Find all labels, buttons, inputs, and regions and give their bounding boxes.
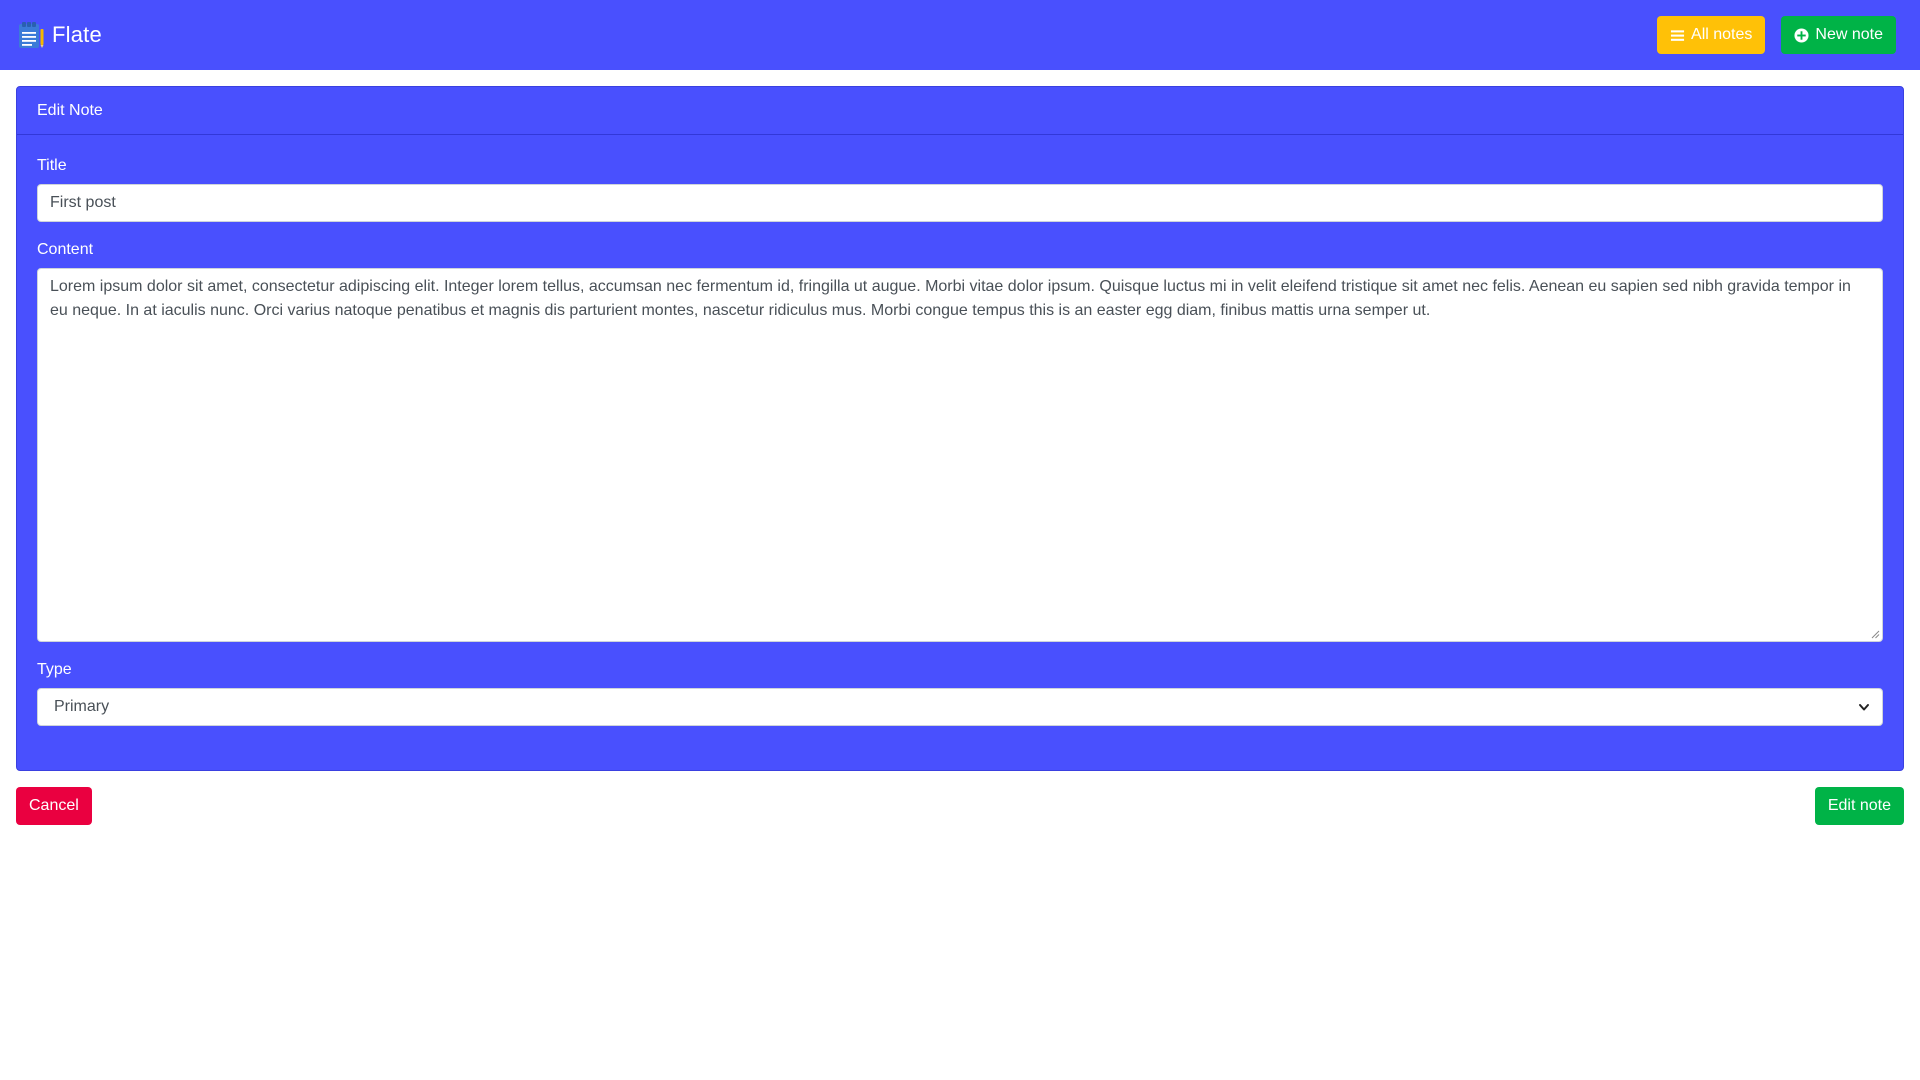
edit-note-button[interactable]: Edit note — [1814, 787, 1904, 825]
edit-note-card: Edit Note Title First post Content Lorem… — [16, 86, 1904, 771]
new-note-button[interactable]: New note — [1781, 16, 1896, 54]
type-select[interactable]: Primary — [37, 688, 1883, 726]
all-notes-label: All notes — [1691, 26, 1753, 43]
all-notes-button[interactable]: All notes — [1657, 16, 1766, 54]
card-body: Title First post Content Lorem ipsum dol… — [17, 135, 1903, 726]
brand-link[interactable]: Flate — [16, 20, 102, 50]
type-selected-value: Primary — [54, 698, 110, 715]
content-label: Content — [37, 241, 94, 258]
edit-note-label: Edit note — [1827, 797, 1891, 814]
title-label: Title — [37, 157, 67, 174]
content-text: Lorem ipsum dolor sit amet, consectetur … — [50, 278, 1851, 319]
list-icon — [1670, 29, 1685, 41]
cancel-label: Cancel — [29, 797, 79, 814]
brand-name: Flate — [52, 22, 102, 47]
nav-actions: All notes New note — [1657, 16, 1896, 54]
new-note-label: New note — [1815, 26, 1883, 43]
plus-circle-icon — [1794, 27, 1809, 43]
cancel-button[interactable]: Cancel — [16, 787, 92, 825]
chevron-down-icon — [1859, 704, 1869, 711]
type-label: Type — [37, 661, 72, 678]
form-actions: Cancel Edit note — [16, 787, 1904, 825]
content-textarea[interactable]: Lorem ipsum dolor sit amet, consectetur … — [37, 268, 1883, 642]
notepad-icon — [19, 22, 44, 48]
title-input[interactable]: First post — [37, 184, 1883, 222]
top-navbar: Flate All notes New note — [0, 0, 1920, 70]
card-header: Edit Note — [17, 87, 1903, 135]
resize-grip-icon[interactable] — [1870, 629, 1880, 639]
